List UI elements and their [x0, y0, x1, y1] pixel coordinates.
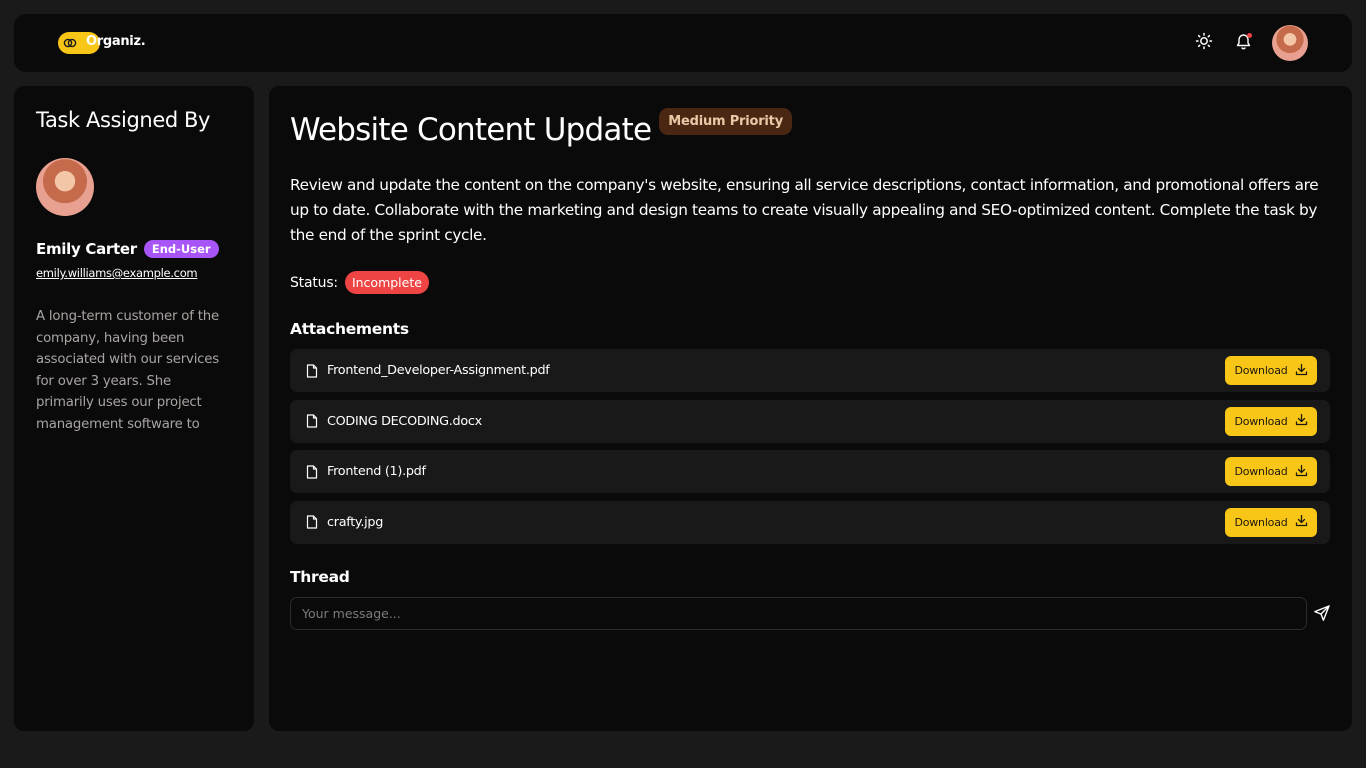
assigner-name: Emily Carter	[36, 240, 137, 258]
download-label: Download	[1234, 414, 1288, 428]
priority-badge: Medium Priority	[659, 108, 792, 135]
notification-dot	[1247, 33, 1252, 38]
download-icon	[1295, 514, 1308, 530]
download-button[interactable]: Download	[1225, 507, 1317, 537]
app-logo[interactable]: Organiz.	[58, 32, 146, 54]
status-row: Status: Incomplete	[290, 271, 429, 294]
assigner-name-row: Emily Carter End-User	[36, 240, 219, 258]
panel-title: Task Assigned By	[36, 108, 211, 132]
send-icon	[1313, 604, 1331, 622]
attachment-item: CODING DECODING.docx Download	[290, 399, 1330, 443]
task-title: Website Content Update	[290, 112, 652, 148]
file-icon	[306, 414, 319, 428]
attachment-name: CODING DECODING.docx	[327, 413, 482, 429]
logo-text: Organiz.	[86, 34, 146, 49]
file-icon	[306, 363, 319, 378]
attachments-list: Frontend_Developer-Assignment.pdf Downlo…	[290, 349, 1330, 551]
status-badge: Incomplete	[344, 271, 429, 294]
assigner-avatar	[36, 158, 94, 216]
attachment-item: crafty.jpg Download	[290, 500, 1330, 544]
download-button[interactable]: Download	[1225, 356, 1317, 385]
assigner-panel: Task Assigned By Emily Carter End-User e…	[14, 86, 254, 731]
message-input[interactable]	[290, 597, 1307, 630]
download-label: Download	[1234, 515, 1288, 529]
download-icon	[1295, 363, 1308, 379]
attachment-name: crafty.jpg	[327, 514, 384, 530]
task-description: Review and update the content on the com…	[290, 176, 1319, 244]
task-title-row: Website Content Update Medium Priority	[290, 108, 792, 148]
attachments-heading: Attachements	[290, 320, 409, 338]
download-button[interactable]: Download	[1225, 457, 1317, 486]
theme-toggle-button[interactable]	[1193, 32, 1215, 54]
status-label: Status:	[290, 274, 338, 291]
attachment-name: Frontend (1).pdf	[327, 464, 426, 479]
assigner-email-link[interactable]: emily.williams@example.com	[36, 266, 198, 280]
top-header: Organiz.	[14, 14, 1352, 72]
file-icon	[306, 464, 319, 479]
role-badge: End-User	[143, 240, 219, 258]
send-button[interactable]	[1313, 604, 1331, 622]
attachment-item: Frontend (1).pdf Download	[290, 450, 1330, 493]
file-icon	[306, 515, 319, 529]
thread-heading: Thread	[290, 568, 350, 586]
user-avatar[interactable]	[1272, 25, 1308, 61]
attachment-item: Frontend_Developer-Assignment.pdf Downlo…	[290, 349, 1330, 392]
notifications-button[interactable]	[1232, 32, 1254, 54]
download-icon	[1295, 464, 1308, 480]
download-label: Download	[1234, 465, 1288, 478]
attachment-name: Frontend_Developer-Assignment.pdf	[327, 363, 550, 378]
download-button[interactable]: Download	[1225, 406, 1317, 436]
task-detail-panel: Website Content Update Medium Priority R…	[269, 86, 1352, 731]
download-label: Download	[1234, 364, 1288, 377]
link-icon	[63, 34, 77, 53]
assigner-description: A long-term customer of the company, hav…	[36, 309, 220, 432]
sun-icon	[1195, 32, 1213, 54]
download-icon	[1295, 413, 1308, 429]
